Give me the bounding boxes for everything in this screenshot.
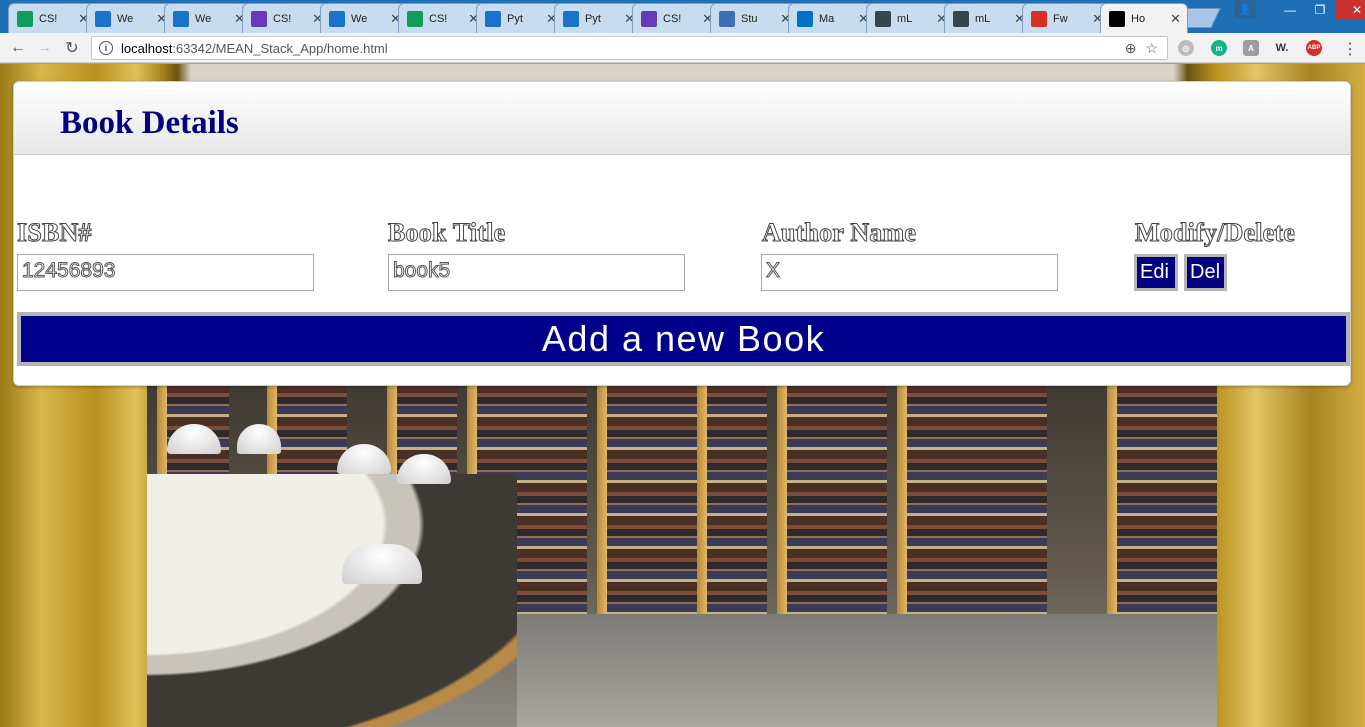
browser-tab[interactable]: CS! ✕ bbox=[242, 3, 330, 33]
extension-translate-icon[interactable]: A bbox=[1243, 40, 1259, 56]
tab-title: Ma bbox=[819, 12, 835, 25]
maximize-icon[interactable]: ❐ bbox=[1305, 0, 1335, 20]
tab-title: We bbox=[117, 12, 134, 25]
browser-tab[interactable]: We ✕ bbox=[164, 3, 252, 33]
actions-column-header: Modify/Delete bbox=[1135, 218, 1296, 248]
tab-title: CS! bbox=[663, 12, 682, 25]
extension-m-icon[interactable]: m bbox=[1211, 40, 1227, 56]
delete-button[interactable]: Del bbox=[1184, 254, 1227, 291]
tab-title: Fw bbox=[1053, 12, 1068, 25]
browser-tab-strip: CS! ✕ We ✕ We ✕ CS! ✕ We ✕ CS! ✕ Pyt ✕ Pyt ✕ CS! ✕ Stu ✕ Ma ✕… bbox=[0, 0, 1365, 33]
browser-tab[interactable]: CS! ✕ bbox=[398, 3, 486, 33]
browser-tab[interactable]: mL ✕ bbox=[866, 3, 954, 33]
extension-circle-icon[interactable]: ◎ bbox=[1178, 40, 1194, 56]
window-controls: — ❐ ✕ bbox=[1275, 0, 1365, 20]
docs-icon bbox=[719, 10, 735, 27]
extension-w-icon[interactable]: W. bbox=[1274, 40, 1290, 56]
url-text[interactable]: localhost:63342/MEAN_Stack_App/home.html bbox=[121, 41, 1125, 56]
panel-header: Book Details bbox=[14, 82, 1350, 155]
tab-title: CS! bbox=[39, 12, 58, 25]
forms-icon bbox=[251, 10, 267, 27]
close-window-icon[interactable]: ✕ bbox=[1335, 0, 1365, 20]
browser-toolbar: ← → ↻ i localhost:63342/MEAN_Stack_App/h… bbox=[0, 33, 1365, 63]
isbn-field[interactable]: 12456893 bbox=[17, 254, 314, 291]
forward-arrow-icon[interactable]: → bbox=[34, 38, 54, 58]
tab-title: We bbox=[351, 12, 368, 25]
tab-title: Stu bbox=[741, 12, 758, 25]
reload-icon[interactable]: ↻ bbox=[62, 38, 82, 58]
box-icon bbox=[95, 10, 111, 27]
browser-tab[interactable]: CS! ✕ bbox=[632, 3, 720, 33]
isbn-column-header: ISBN# bbox=[17, 218, 92, 248]
sheets-icon bbox=[407, 10, 423, 27]
author-name-field[interactable]: X bbox=[761, 254, 1058, 291]
browser-tab[interactable]: We ✕ bbox=[86, 3, 174, 33]
browser-tab[interactable]: Ho ✕ bbox=[1100, 3, 1188, 33]
browser-tab[interactable]: Pyt ✕ bbox=[476, 3, 564, 33]
url-path: :63342/MEAN_Stack_App/home.html bbox=[172, 40, 388, 56]
zoom-icon[interactable]: ⊕ bbox=[1125, 40, 1137, 57]
gmail-icon bbox=[1031, 10, 1047, 27]
outlook-icon bbox=[797, 10, 813, 27]
box-icon bbox=[485, 10, 501, 27]
box-icon bbox=[563, 10, 579, 27]
mlab-icon bbox=[953, 10, 969, 27]
tab-title: CS! bbox=[429, 12, 448, 25]
browser-tab[interactable]: We ✕ bbox=[320, 3, 408, 33]
book-title-field[interactable]: book5 bbox=[388, 254, 685, 291]
back-arrow-icon[interactable]: ← bbox=[8, 38, 28, 58]
tab-title: mL bbox=[975, 12, 991, 25]
web-page: Book Details ISBN# Book Title Author Nam… bbox=[0, 64, 1365, 727]
library-background-image bbox=[147, 384, 1217, 727]
author-column-header: Author Name bbox=[761, 218, 917, 248]
forms-icon bbox=[641, 10, 657, 27]
bookmark-star-icon[interactable]: ☆ bbox=[1145, 40, 1158, 57]
browser-tab[interactable]: Pyt ✕ bbox=[554, 3, 642, 33]
browser-menu-icon[interactable]: ⋮ bbox=[1342, 39, 1358, 59]
browser-tab[interactable]: CS! ✕ bbox=[8, 3, 96, 33]
url-host: localhost bbox=[121, 40, 173, 56]
box-icon bbox=[329, 10, 345, 27]
info-icon[interactable]: i bbox=[99, 41, 113, 55]
box-icon bbox=[173, 10, 189, 27]
tab-title: We bbox=[195, 12, 212, 25]
close-tab-icon[interactable]: ✕ bbox=[1170, 11, 1181, 27]
tab-title: mL bbox=[897, 12, 913, 25]
tab-title: Pyt bbox=[585, 12, 601, 25]
browser-tab[interactable]: mL ✕ bbox=[944, 3, 1032, 33]
tab-title: Pyt bbox=[507, 12, 523, 25]
add-book-button[interactable]: Add a new Book bbox=[17, 312, 1350, 366]
title-column-header: Book Title bbox=[387, 218, 506, 248]
sheets-icon bbox=[17, 10, 33, 27]
tab-title: CS! bbox=[273, 12, 292, 25]
tab-title: Ho bbox=[1131, 12, 1146, 25]
browser-tab[interactable]: Stu ✕ bbox=[710, 3, 798, 33]
webstorm-icon bbox=[1109, 10, 1125, 27]
edit-button[interactable]: Edi bbox=[1134, 254, 1178, 291]
browser-tab[interactable]: Fw ✕ bbox=[1022, 3, 1110, 33]
browser-tab[interactable]: Ma ✕ bbox=[788, 3, 876, 33]
mlab-icon bbox=[875, 10, 891, 27]
adblock-icon[interactable]: ABP bbox=[1306, 40, 1322, 56]
user-profile-icon[interactable]: 👤 bbox=[1234, 0, 1256, 18]
page-title: Book Details bbox=[60, 105, 239, 141]
minimize-icon[interactable]: — bbox=[1275, 0, 1305, 20]
address-bar[interactable]: i localhost:63342/MEAN_Stack_App/home.ht… bbox=[91, 36, 1168, 60]
book-details-panel: Book Details ISBN# Book Title Author Nam… bbox=[13, 81, 1351, 386]
